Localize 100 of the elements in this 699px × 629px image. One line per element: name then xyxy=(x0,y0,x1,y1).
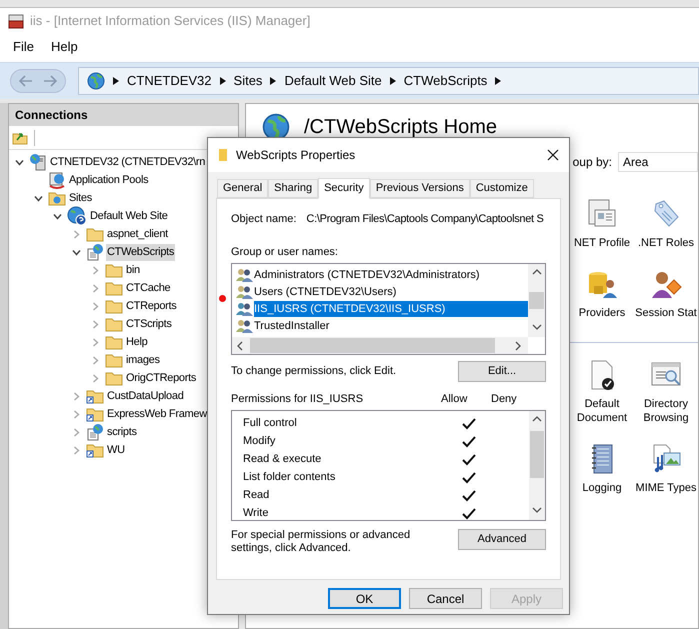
caret-right-icon[interactable] xyxy=(495,77,502,85)
dialog-tab[interactable]: Security xyxy=(318,178,370,199)
address-bar[interactable]: CTNETDEV32 Sites Default Web Site CTWebScripts xyxy=(78,67,699,95)
breadcrumb-item[interactable]: Default Web Site xyxy=(284,71,382,91)
permission-name: Write xyxy=(243,506,270,520)
expand-chevron-icon[interactable] xyxy=(90,266,100,274)
tree-item[interactable]: Application Pools xyxy=(68,172,150,188)
breadcrumb-item[interactable]: Sites xyxy=(234,71,262,91)
tree-item[interactable]: CTScripts xyxy=(125,316,173,332)
expand-chevron-icon[interactable] xyxy=(90,356,100,364)
tree-item[interactable]: CustDataUpload xyxy=(106,388,185,404)
feature-label[interactable]: Directory Browsing xyxy=(635,397,697,425)
user-list-item[interactable]: Users (CTNETDEV32\Users) xyxy=(254,284,528,300)
application-globe-icon xyxy=(86,243,104,261)
collapse-chevron-icon[interactable] xyxy=(34,194,42,202)
tree-item[interactable]: Sites xyxy=(68,190,93,206)
scrollbar-thumb[interactable] xyxy=(530,430,544,478)
user-list-item[interactable]: Administrators (CTNETDEV32\Administrators) xyxy=(254,266,528,282)
permission-name: Full control xyxy=(243,416,298,432)
expand-chevron-icon[interactable] xyxy=(72,446,80,454)
expand-chevron-icon[interactable] xyxy=(72,392,80,400)
collapse-chevron-icon[interactable] xyxy=(52,212,62,220)
application-globe-icon xyxy=(86,423,104,441)
tree-item[interactable]: ExpressWeb Framew xyxy=(106,406,208,422)
collapse-chevron-icon[interactable] xyxy=(72,248,80,256)
expand-chevron-icon[interactable] xyxy=(72,410,80,418)
globe-question-icon xyxy=(67,206,87,226)
panel-title: Connections xyxy=(15,107,88,124)
menu-item[interactable]: Help xyxy=(42,37,86,57)
advanced-button[interactable]: Advanced xyxy=(458,528,546,550)
expand-chevron-icon[interactable] xyxy=(90,338,100,346)
forward-arrow-icon[interactable] xyxy=(43,75,57,87)
field-label: Object name: xyxy=(231,212,296,227)
check-icon xyxy=(462,490,476,502)
permission-name: Modify xyxy=(243,434,276,450)
expand-chevron-icon[interactable] xyxy=(72,230,80,238)
breadcrumb-item[interactable]: CTNETDEV32 xyxy=(127,71,212,91)
sites-folder-icon xyxy=(48,190,66,206)
expand-chevron-icon[interactable] xyxy=(90,284,100,292)
tree-item[interactable]: bin xyxy=(125,262,141,278)
application-pools-icon xyxy=(48,171,66,189)
menu-item[interactable]: File xyxy=(5,37,42,57)
users-icon xyxy=(236,302,253,316)
dialog-button[interactable]: Cancel xyxy=(409,588,482,609)
section-label: Permissions for IIS_IUSRS xyxy=(231,392,364,407)
breadcrumb-item[interactable]: CTWebScripts xyxy=(404,71,488,91)
tree-item[interactable]: CTWebScripts xyxy=(106,244,176,260)
object-path: C:\Program Files\Captools Company\Captoolsnet S xyxy=(306,212,544,227)
user-list-item[interactable]: TrustedInstaller xyxy=(254,318,528,334)
dialog-tab[interactable]: Sharing xyxy=(268,179,318,198)
feature-label[interactable]: Logging xyxy=(571,481,633,495)
tree-item[interactable]: scripts xyxy=(106,424,138,440)
caret-right-icon[interactable] xyxy=(390,77,396,85)
back-arrow-icon[interactable] xyxy=(19,75,33,87)
feature-label[interactable]: .NET Roles xyxy=(635,236,697,250)
collapse-chevron-icon[interactable] xyxy=(14,158,24,166)
feature-label[interactable]: MIME Types xyxy=(635,481,697,495)
scrollbar-thumb[interactable] xyxy=(529,292,544,309)
dialog-tab[interactable]: Customize xyxy=(470,179,534,198)
column-header: Deny xyxy=(491,392,517,407)
tree-item[interactable]: OrigCTReports xyxy=(125,370,198,386)
tree-item[interactable]: Help xyxy=(125,334,148,350)
expand-chevron-icon[interactable] xyxy=(90,320,100,328)
feature-label[interactable]: NET Profile xyxy=(571,236,633,250)
tree-item[interactable]: CTCache xyxy=(125,280,172,296)
expand-chevron-icon[interactable] xyxy=(72,428,80,436)
check-icon xyxy=(462,436,476,448)
expand-chevron-icon[interactable] xyxy=(90,374,100,382)
caret-right-icon[interactable] xyxy=(220,77,226,85)
feature-label[interactable]: Default Document xyxy=(571,397,633,425)
edit-button[interactable]: Edit... xyxy=(458,361,546,382)
vertical-scrollbar[interactable] xyxy=(529,410,545,520)
web-page-globe-icon xyxy=(87,72,105,90)
group-by-dropdown[interactable]: Area xyxy=(618,152,698,172)
tree-item[interactable]: images xyxy=(125,352,161,368)
feature-label[interactable]: Session Stat xyxy=(635,306,697,320)
folder-shortcut-icon xyxy=(86,406,104,422)
folder-icon xyxy=(105,334,123,350)
dialog-button[interactable]: OK xyxy=(328,588,401,609)
tree-item[interactable]: WU xyxy=(106,442,126,458)
scroll-down-icon[interactable] xyxy=(532,506,542,516)
toolbox-icon xyxy=(8,13,24,29)
expand-chevron-icon[interactable] xyxy=(90,302,100,310)
dialog-tab[interactable]: Previous Versions xyxy=(370,179,470,198)
tree-item[interactable]: aspnet_client xyxy=(106,226,169,242)
caret-right-icon[interactable] xyxy=(113,77,119,85)
permission-name: Read & execute xyxy=(243,452,322,468)
close-icon[interactable] xyxy=(547,149,559,161)
dialog-tab[interactable]: General xyxy=(217,179,268,198)
dialog-title: WebScripts Properties xyxy=(236,147,356,164)
tree-item[interactable]: CTReports xyxy=(125,298,178,314)
tree-item[interactable]: Default Web Site xyxy=(89,208,169,224)
vertical-scrollbar[interactable] xyxy=(528,264,545,337)
folder-arrow-icon[interactable] xyxy=(12,130,28,144)
user-list-item[interactable]: IIS_IUSRS (CTNETDEV32\IIS_IUSRS) xyxy=(254,300,528,316)
tree-item[interactable]: CTNETDEV32 (CTNETDEV32\rn xyxy=(49,154,206,170)
horizontal-scrollbar[interactable] xyxy=(232,337,528,354)
caret-right-icon[interactable] xyxy=(270,77,276,85)
scrollbar-thumb[interactable] xyxy=(250,338,495,353)
feature-label[interactable]: Providers xyxy=(571,306,633,320)
